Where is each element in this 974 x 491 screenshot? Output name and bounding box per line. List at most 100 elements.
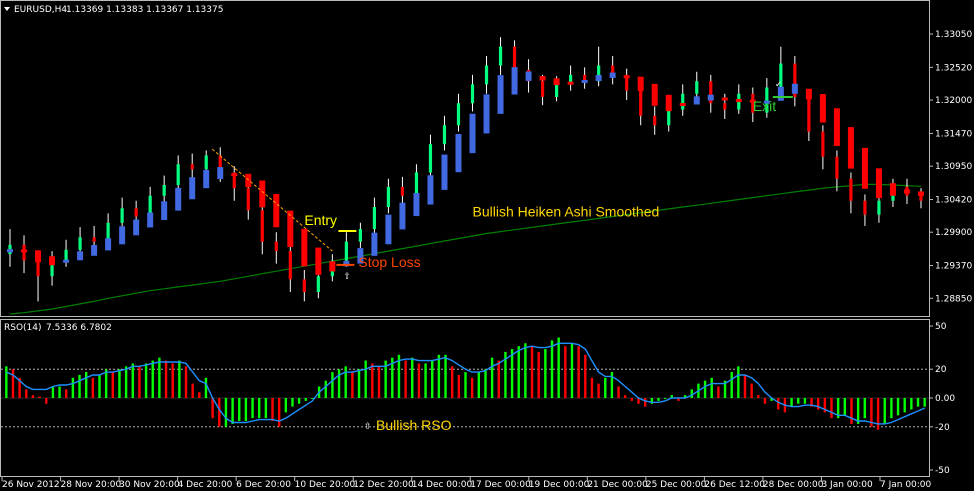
time-tick-label: 21 Dec 00:00 bbox=[587, 480, 648, 490]
bearish-candle bbox=[835, 156, 839, 179]
time-tick-label: 14 Dec 00:00 bbox=[412, 480, 473, 490]
ha-bullish-bar bbox=[119, 226, 126, 245]
bullish-candle bbox=[456, 103, 461, 126]
rso-bar bbox=[564, 346, 567, 398]
bearish-candle bbox=[807, 96, 811, 132]
ha-bearish-bar bbox=[637, 76, 644, 92]
price-tick-label: 1.33050 bbox=[935, 30, 972, 40]
time-tick-label: 26 Dec 12:00 bbox=[704, 480, 765, 490]
rso-bar bbox=[717, 386, 720, 398]
rso-bar bbox=[58, 386, 61, 398]
ha-bullish-bar bbox=[427, 175, 434, 205]
rso-bar bbox=[198, 392, 201, 398]
rso-bar bbox=[590, 377, 594, 398]
bullish-ha-label: Bullish Heiken Ashi Smoothed bbox=[473, 203, 660, 219]
ha-bearish-bar bbox=[861, 147, 868, 189]
rso-bar bbox=[604, 377, 607, 398]
rso-annotation-layer: ⇧ Bullish RSO bbox=[364, 417, 452, 433]
bearish-candle bbox=[863, 200, 867, 215]
rso-bar bbox=[544, 349, 547, 398]
bearish-candle bbox=[22, 244, 26, 261]
rso-bar bbox=[737, 366, 740, 398]
time-tick-label: 4 Dec 20:00 bbox=[178, 480, 233, 490]
rso-bar bbox=[377, 366, 381, 398]
rso-bar bbox=[450, 366, 454, 398]
ha-bullish-bar bbox=[385, 214, 392, 245]
rso-bar bbox=[424, 363, 427, 398]
ha-bullish-bar bbox=[791, 83, 798, 94]
time-tick-label: 26 Nov 2012 bbox=[2, 480, 60, 490]
rso-bar bbox=[863, 398, 866, 419]
bullish-candle bbox=[667, 109, 671, 126]
time-tick-label: 19 Dec 00:00 bbox=[529, 480, 590, 490]
rso-bar bbox=[158, 357, 161, 398]
rso-bar bbox=[477, 372, 481, 398]
time-tick-label: 12 Dec 20:00 bbox=[353, 480, 414, 490]
ha-bullish-bar bbox=[189, 177, 196, 200]
rso-bar bbox=[277, 398, 281, 427]
rso-bar bbox=[750, 383, 753, 398]
rso-bar bbox=[251, 398, 254, 419]
rso-bar bbox=[470, 377, 474, 398]
ha-bearish-bar bbox=[231, 173, 238, 177]
price-tick-label: 1.32520 bbox=[935, 63, 972, 73]
rso-bar bbox=[797, 398, 800, 404]
bullish-candle bbox=[204, 155, 208, 170]
bullish-candle bbox=[162, 185, 166, 196]
bullish-candle bbox=[358, 229, 362, 242]
bearish-candle bbox=[849, 178, 853, 201]
bullish-candle bbox=[681, 93, 685, 110]
ha-bullish-bar bbox=[469, 113, 476, 154]
rso-bar bbox=[444, 354, 447, 398]
rso-bar bbox=[178, 360, 181, 398]
price-tick-label: 1.30950 bbox=[935, 162, 972, 172]
rso-bar bbox=[204, 377, 208, 398]
rso-bar bbox=[31, 395, 35, 398]
bearish-candle bbox=[821, 131, 825, 157]
bearish-candle bbox=[274, 241, 278, 252]
rso-bar bbox=[331, 372, 334, 398]
bullish-rso-label: Bullish RSO bbox=[376, 417, 452, 433]
rso-name-label: RSO(14) bbox=[4, 323, 42, 333]
time-tick-label: 3 Jan 00:00 bbox=[821, 480, 873, 490]
rso-bar bbox=[457, 374, 461, 398]
ha-bullish-bar bbox=[707, 94, 714, 101]
ha-bearish-bar bbox=[819, 94, 826, 123]
bearish-candle bbox=[302, 279, 306, 292]
rso-bar bbox=[570, 343, 574, 398]
time-tick-label: 6 Dec 20:00 bbox=[236, 480, 291, 490]
trading-chart: Entry Stop Loss Exit Bullish Heiken Ashi Sm… bbox=[0, 0, 974, 491]
ha-bearish-bar bbox=[889, 183, 896, 196]
ha-bullish-bar bbox=[399, 202, 406, 230]
rso-bar bbox=[138, 366, 141, 398]
rso-bar bbox=[484, 369, 487, 398]
bullish-candle bbox=[877, 200, 881, 215]
rso-bar bbox=[51, 386, 55, 398]
rso-bar bbox=[131, 363, 134, 398]
bullish-candle bbox=[386, 186, 391, 208]
check-icon: ✓ bbox=[775, 80, 783, 90]
rso-tick-label: 0.00 bbox=[935, 394, 955, 404]
rso-bar bbox=[577, 346, 580, 398]
rso-bar bbox=[510, 349, 514, 398]
rso-bar bbox=[763, 398, 767, 404]
rso-tick-label: -50 bbox=[935, 466, 950, 476]
ha-bearish-bar bbox=[273, 193, 280, 228]
rso-bar bbox=[843, 398, 847, 416]
bearish-candle bbox=[134, 208, 138, 217]
ha-bearish-bar bbox=[847, 127, 854, 169]
rso-bar bbox=[191, 383, 194, 398]
ha-bearish-bar bbox=[679, 103, 686, 107]
ha-bullish-bar bbox=[595, 74, 602, 81]
ha-bearish-bar bbox=[49, 256, 56, 266]
rso-bar bbox=[710, 377, 713, 398]
rso-bar bbox=[38, 396, 41, 398]
exit-label: Exit bbox=[753, 98, 776, 114]
bullish-candle bbox=[176, 164, 180, 186]
rso-bar bbox=[118, 369, 121, 398]
rso-bar bbox=[910, 398, 913, 410]
rso-bar bbox=[803, 398, 807, 404]
ha-bullish-bar bbox=[609, 72, 616, 78]
stop-loss-label: Stop Loss bbox=[358, 254, 420, 270]
rso-bar bbox=[84, 372, 88, 398]
